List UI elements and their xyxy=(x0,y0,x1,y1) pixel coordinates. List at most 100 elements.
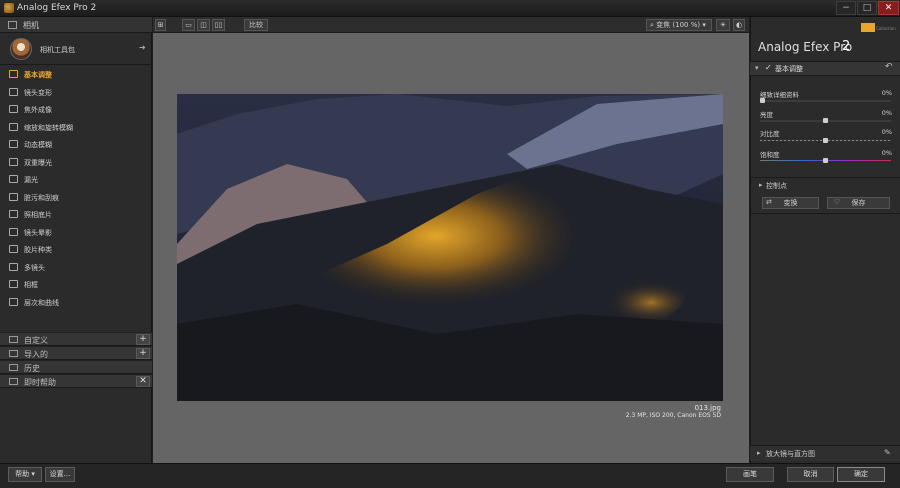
slider-knob[interactable] xyxy=(823,138,828,143)
slider-label-saturation: 饱和度 xyxy=(760,151,780,159)
chevron-right-icon[interactable]: ▸ xyxy=(759,181,763,189)
slider-knob[interactable] xyxy=(760,98,765,103)
tool-label: 层次和曲线 xyxy=(24,298,59,307)
curves-icon xyxy=(9,297,18,306)
preview-toggle-button[interactable]: ⊞ xyxy=(155,19,166,31)
multi-lens-icon xyxy=(9,262,18,271)
filter-header[interactable] xyxy=(750,61,900,76)
section-history[interactable]: 历史 xyxy=(0,360,152,374)
slider-knob[interactable] xyxy=(823,158,828,163)
toolkit-arrow-icon[interactable]: ➜ xyxy=(139,43,146,52)
tool-item-basic-adjustment[interactable]: 基本调整 xyxy=(0,66,152,83)
section-label: 自定义 xyxy=(24,336,48,345)
tool-item-levels-curves[interactable]: 层次和曲线 xyxy=(0,294,152,311)
tool-item-lens-distortion[interactable]: 镜头变形 xyxy=(0,84,152,101)
tool-label: 镜头晕影 xyxy=(24,228,52,237)
tool-item-photo-plate[interactable]: 照相底片 xyxy=(0,206,152,223)
custom-icon xyxy=(9,336,18,343)
toolkit-label[interactable]: 相机工具包 xyxy=(40,45,75,55)
help-icon xyxy=(9,378,18,385)
tool-label: 多镜头 xyxy=(24,263,45,272)
window-title: Analog Efex Pro 2 xyxy=(17,3,97,13)
slider-contrast[interactable] xyxy=(760,138,891,143)
view-single-button[interactable]: ▭ xyxy=(182,19,195,31)
vignette-icon xyxy=(9,227,18,236)
tool-item-motion-blur[interactable]: 动态模糊 xyxy=(0,136,152,153)
motion-blur-icon xyxy=(9,140,18,148)
slider-value-saturation: 0% xyxy=(881,149,892,157)
control-points-toggle[interactable]: 控制点 xyxy=(766,181,787,191)
slider-label-contrast: 对比度 xyxy=(760,130,780,138)
slider-label-brightness: 亮度 xyxy=(760,111,773,119)
toolkit-avatar[interactable] xyxy=(10,38,32,60)
minimize-button[interactable]: − xyxy=(836,1,856,15)
tool-item-dirt-scratches[interactable]: 脏污和刮痕 xyxy=(0,189,152,206)
photo-plate-icon xyxy=(9,210,18,218)
tool-item-bokeh[interactable]: 焦外成像 xyxy=(0,101,152,118)
background-toggle-icon[interactable]: ◐ xyxy=(733,19,745,31)
eyedropper-icon[interactable]: ✎ xyxy=(884,448,891,457)
tool-item-double-exposure[interactable]: 双重曝光 xyxy=(0,154,152,171)
tool-item-zoom-rotate-blur[interactable]: 缩放和旋转模糊 xyxy=(0,119,152,136)
ok-button[interactable]: 确定 xyxy=(837,467,885,482)
section-quick-help[interactable]: 即时帮助 ✕ xyxy=(0,374,152,388)
divider xyxy=(750,177,900,178)
tool-label: 镜头变形 xyxy=(24,88,52,97)
product-title: Analog Efex Pro xyxy=(758,40,853,54)
maximize-button[interactable]: □ xyxy=(857,1,877,15)
sliders-icon xyxy=(9,70,18,78)
nik-collection-logo-icon xyxy=(861,23,875,32)
compare-button[interactable]: 比较 xyxy=(244,19,268,31)
tool-label: 焦外成像 xyxy=(24,106,52,114)
tool-item-film-type[interactable]: 胶片种类 xyxy=(0,241,152,258)
app-logo-icon xyxy=(4,3,14,13)
shuffle-icon: ⇄ xyxy=(766,198,772,206)
chevron-down-icon[interactable]: ▾ xyxy=(755,64,759,72)
divider xyxy=(750,213,900,214)
chevron-right-icon[interactable]: ▸ xyxy=(757,449,761,457)
section-label: 即时帮助 xyxy=(24,378,56,387)
zoom-label: 变焦 (100 %) xyxy=(656,21,701,29)
slider-saturation[interactable] xyxy=(760,158,891,163)
photo-preview[interactable] xyxy=(177,94,723,401)
slider-label-detail: 细致详细资料 xyxy=(760,91,799,99)
photo-filename: 013.jpg xyxy=(694,404,721,412)
view-split-button[interactable]: ◫ xyxy=(197,19,210,31)
chevron-down-icon: ▾ xyxy=(702,21,706,29)
double-exposure-icon xyxy=(9,157,18,166)
frame-icon xyxy=(9,280,18,288)
slider-knob[interactable] xyxy=(823,118,828,123)
cancel-button[interactable]: 取消 xyxy=(787,467,834,482)
bokeh-icon xyxy=(9,105,18,113)
section-label: 导入的 xyxy=(24,350,48,359)
slider-brightness[interactable] xyxy=(760,118,891,123)
filter-enable-checkbox[interactable]: ✓ xyxy=(765,63,772,72)
close-window-button[interactable]: ✕ xyxy=(878,1,899,15)
tool-item-multi-lens[interactable]: 多镜头 xyxy=(0,259,152,276)
bright-preview-icon[interactable]: ☀ xyxy=(716,19,730,31)
tool-item-lens-vignette[interactable]: 镜头晕影 xyxy=(0,224,152,241)
tool-label: 脏污和刮痕 xyxy=(24,193,59,202)
title-bar xyxy=(0,0,900,17)
slider-detail[interactable] xyxy=(760,98,891,103)
view-side-by-side-button[interactable]: ▯▯ xyxy=(212,19,225,31)
tool-label: 动态模糊 xyxy=(24,141,52,149)
brush-button[interactable]: 画笔 xyxy=(726,467,774,482)
filter-title: 基本调整 xyxy=(775,65,803,73)
section-custom[interactable]: 自定义 + xyxy=(0,332,152,346)
reset-icon[interactable]: ↶ xyxy=(885,62,893,72)
add-custom-button[interactable]: + xyxy=(136,334,150,345)
product-version: 2 xyxy=(842,39,851,54)
import-icon xyxy=(9,350,18,357)
tool-label: 相框 xyxy=(24,281,38,289)
section-imported[interactable]: 导入的 + xyxy=(0,346,152,360)
add-import-button[interactable]: + xyxy=(136,348,150,359)
divider xyxy=(0,64,152,65)
tool-item-frames[interactable]: 相框 xyxy=(0,276,152,293)
tool-label: 缩放和旋转模糊 xyxy=(24,123,73,132)
zoom-select[interactable]: ⌕ 变焦 (100 %) ▾ xyxy=(646,19,712,31)
tool-item-light-leaks[interactable]: 漏光 xyxy=(0,171,152,188)
close-help-button[interactable]: ✕ xyxy=(136,376,150,387)
settings-button[interactable]: 设置... xyxy=(45,467,75,482)
help-menu-button[interactable]: 帮助 ▾ xyxy=(8,467,42,482)
